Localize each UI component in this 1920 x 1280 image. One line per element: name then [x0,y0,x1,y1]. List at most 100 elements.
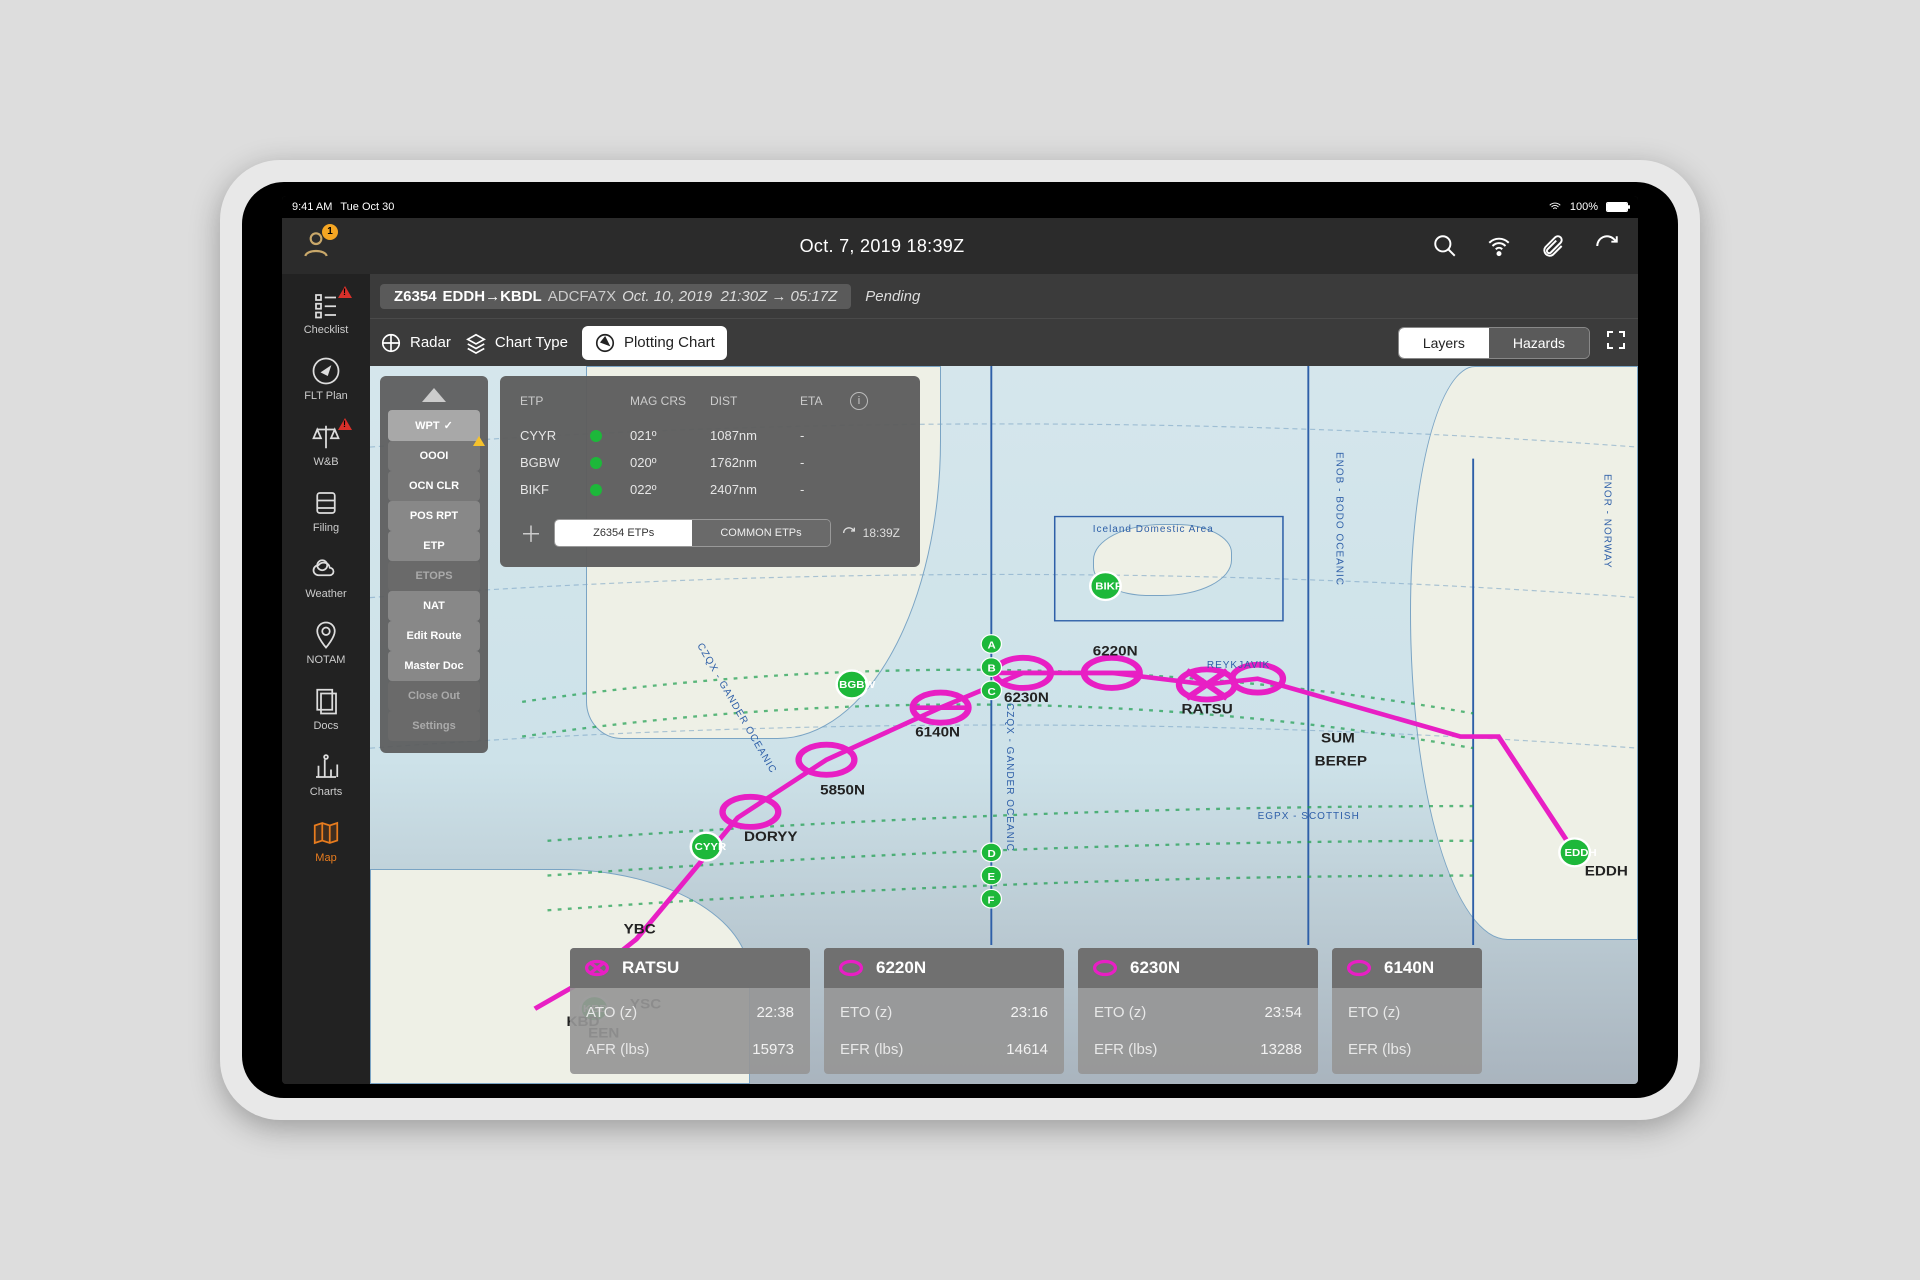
content-area: Z6354 EDDH→KBDL ADCFA7X Oct. 10, 2019 21… [370,274,1638,1084]
sidebar-item-filing[interactable]: Filing [282,478,370,542]
card-header: 6220N [824,948,1064,988]
target-icon [594,332,616,354]
sidebar-label: Filing [313,522,339,534]
status-time: 9:41 AM [292,201,332,213]
etp-seg-own[interactable]: Z6354 ETPs [555,520,692,546]
layers-hazards-segment[interactable]: Layers Hazards [1398,327,1590,359]
svg-text:F: F [988,895,995,906]
svg-text:D: D [988,848,996,859]
chart-type-label: Chart Type [495,334,568,351]
sidebar-item-wb[interactable]: W&B [282,412,370,476]
attachment-icon[interactable] [1540,233,1566,259]
svg-text:RATSU: RATSU [1182,702,1233,717]
sidebar-item-fltplan[interactable]: FLT Plan [282,346,370,410]
etp-col-crs: MAG CRS [630,394,710,408]
sidebar-item-notam[interactable]: NOTAM [282,610,370,674]
sidebar-label: FLT Plan [304,390,348,402]
ios-status-bar: 9:41 AM Tue Oct 30 100% [282,196,1638,218]
left-sidebar: Checklist FLT Plan W&B Filing Wea [282,274,370,1084]
sidebar-item-charts[interactable]: Charts [282,742,370,806]
map-panel-settings[interactable]: Settings [388,711,480,741]
fix-6220n [1084,658,1140,688]
sidebar-item-map[interactable]: Map [282,808,370,872]
refresh-icon[interactable] [1594,233,1620,259]
connectivity-icon[interactable] [1486,233,1512,259]
panel-collapse-up-icon[interactable] [422,388,446,402]
search-icon[interactable] [1432,233,1458,259]
airport-bgbw: BGBW [837,671,876,699]
weather-icon [311,554,341,584]
svg-text:E: E [988,872,996,883]
map-panel-pos-rpt[interactable]: POS RPT [388,501,480,531]
sidebar-item-checklist[interactable]: Checklist [282,280,370,344]
waypoint-card-strip[interactable]: RATSUATO (z)22:38AFR (lbs)159736220NETO … [570,948,1638,1074]
svg-text:6220N: 6220N [1093,644,1138,659]
alert-icon [338,286,352,298]
label-iceland: Iceland Domestic Area [1093,524,1214,535]
svg-text:C: C [988,686,996,697]
label-norway: ENOR - NORWAY [1602,474,1613,568]
app-header: 1 Oct. 7, 2019 18:39Z [282,218,1638,274]
map-panel-oooi[interactable]: OOOI [388,441,480,471]
map-panel-nat[interactable]: NAT [388,591,480,621]
etp-col-etp: ETP [520,394,590,408]
plotting-chart-button[interactable]: Plotting Chart [582,326,727,360]
waypoint-card-6140n[interactable]: 6140NETO (z)EFR (lbs) [1332,948,1482,1074]
etp-row-cyyr[interactable]: CYYR021º1087nm- [520,422,900,449]
header-datetime: Oct. 7, 2019 18:39Z [800,236,965,257]
layers-icon [465,332,487,354]
svg-text:A: A [988,640,996,651]
card-row: ETO (z) [1332,994,1482,1031]
checklist-icon [311,290,341,320]
sidebar-label: Map [315,852,336,864]
card-header: RATSU [570,948,810,988]
map-panel-etp[interactable]: ETP [388,531,480,561]
svg-text:6140N: 6140N [915,725,960,740]
svg-text:YBC: YBC [624,922,657,937]
fix-6230n [995,658,1051,688]
fullscreen-button[interactable] [1604,328,1628,357]
map-panel-close-out[interactable]: Close Out [388,681,480,711]
card-row: ETO (z)23:54 [1078,994,1318,1031]
radar-label: Radar [410,334,451,351]
alert-icon [338,418,352,430]
map-canvas[interactable]: EDDHEDDH BIKF BGBW CYYR KBDLKBD A B C D … [370,366,1638,1084]
layers-tab[interactable]: Layers [1399,328,1489,358]
svg-text:CYYR: CYYR [695,841,727,852]
card-title: RATSU [622,958,679,978]
map-panel-wpt[interactable]: WPT [388,410,480,441]
chart-type-button[interactable]: Chart Type [465,332,568,354]
etp-seg-common[interactable]: COMMON ETPs [692,520,829,546]
map-panel-ocn-clr[interactable]: OCN CLR [388,471,480,501]
map-mode-panel: WPTOOOIOCN CLRPOS RPTETPETOPSNATEdit Rou… [380,376,488,753]
flight-dest: KBDL [500,288,542,305]
sidebar-label: Charts [310,786,342,798]
airport-eddh: EDDHEDDH [1559,838,1627,879]
svg-text:EDDH: EDDH [1585,864,1628,879]
map-panel-master-doc[interactable]: Master Doc [388,651,480,681]
label-scottish: EGPX - SCOTTISH [1258,811,1360,822]
etp-info-icon[interactable]: i [850,392,868,410]
map-panel-etops[interactable]: ETOPS [388,561,480,591]
etp-segment[interactable]: Z6354 ETPs COMMON ETPs [554,519,831,547]
hazards-tab[interactable]: Hazards [1489,328,1589,358]
profile-button[interactable]: 1 [300,228,332,265]
flight-info-row: Z6354 EDDH→KBDL ADCFA7X Oct. 10, 2019 21… [370,274,1638,318]
status-date: Tue Oct 30 [340,201,394,213]
sidebar-item-weather[interactable]: Weather [282,544,370,608]
etp-refresh-button[interactable]: 18:39Z [841,525,900,541]
waypoint-card-6220n[interactable]: 6220NETO (z)23:16EFR (lbs)14614 [824,948,1064,1074]
ellipse-icon [1346,959,1372,977]
sidebar-item-docs[interactable]: Docs [282,676,370,740]
fullscreen-icon [1604,328,1628,352]
radar-button[interactable]: Radar [380,332,451,354]
etp-add-button[interactable]: ＋ [520,517,544,549]
fix-6140n [913,693,969,723]
etp-row-bikf[interactable]: BIKF022º2407nm- [520,476,900,503]
waypoint-card-6230n[interactable]: 6230NETO (z)23:54EFR (lbs)13288 [1078,948,1318,1074]
etp-row-bgbw[interactable]: BGBW020º1762nm- [520,449,900,476]
flight-pill[interactable]: Z6354 EDDH→KBDL ADCFA7X Oct. 10, 2019 21… [380,284,851,309]
waypoint-card-ratsu[interactable]: RATSUATO (z)22:38AFR (lbs)15973 [570,948,810,1074]
flight-status: Pending [865,288,920,305]
map-panel-edit-route[interactable]: Edit Route [388,621,480,651]
